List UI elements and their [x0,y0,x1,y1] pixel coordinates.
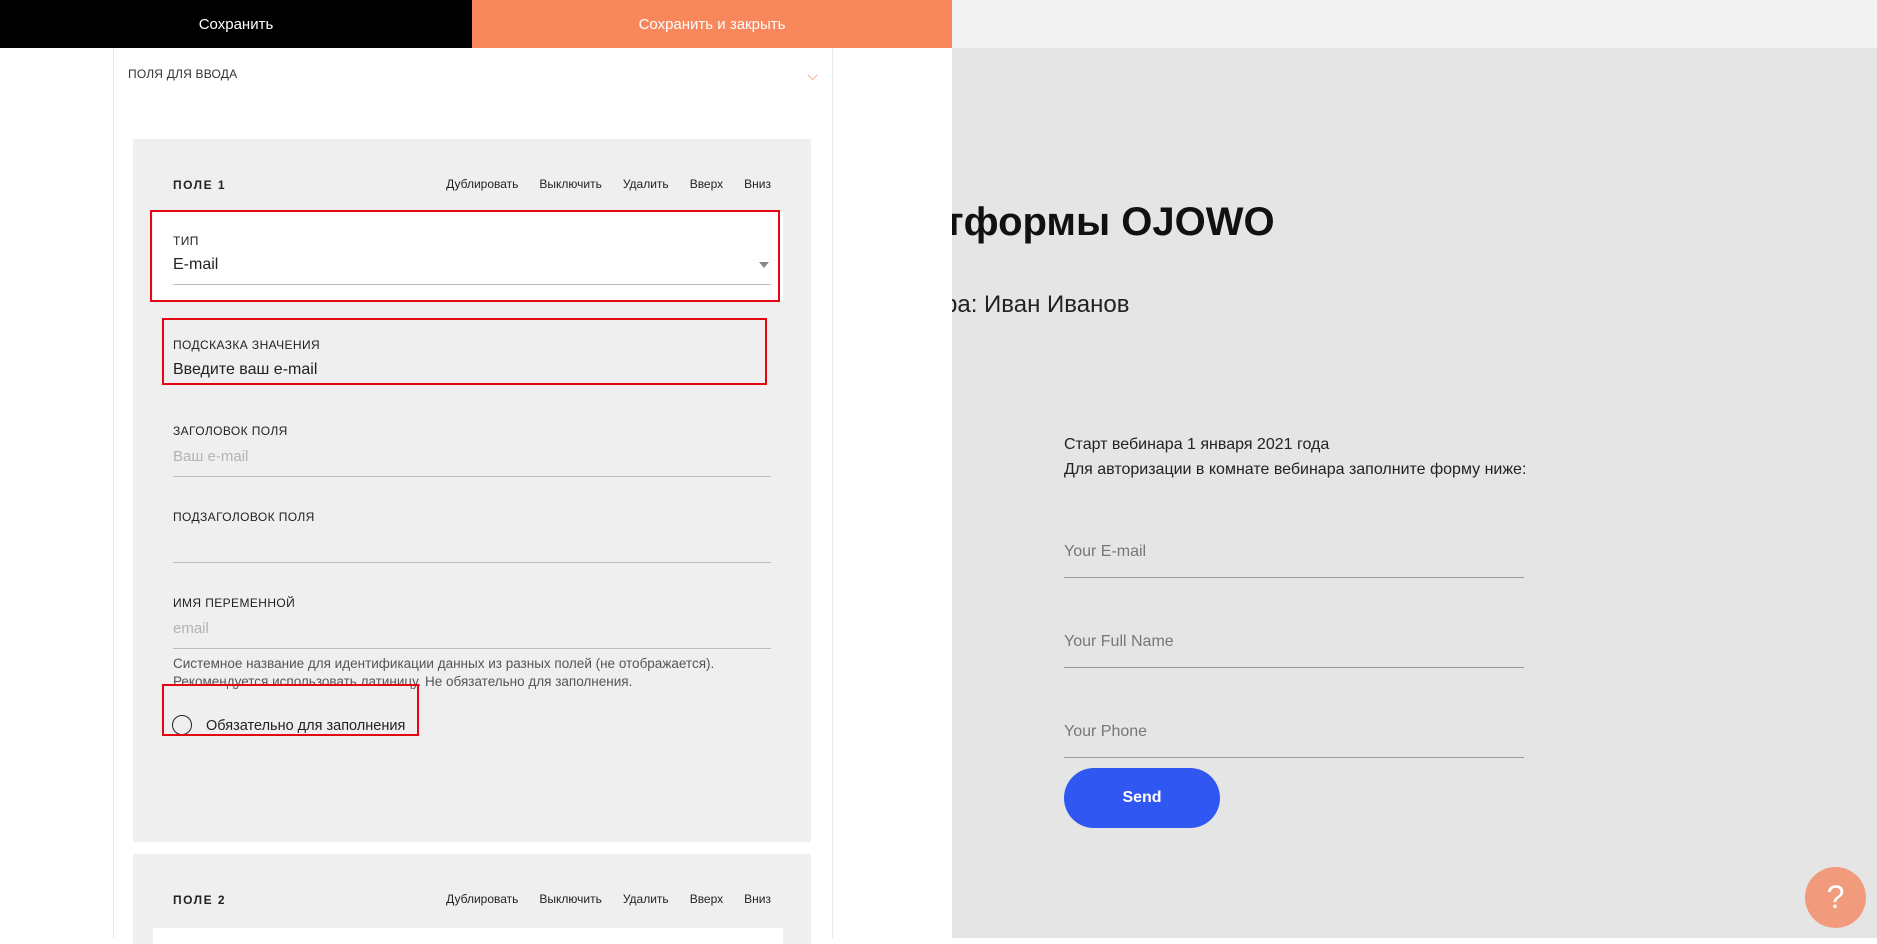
move-down-button[interactable]: Вниз [744,177,771,191]
field-subheading-input[interactable] [173,531,771,561]
move-up-button[interactable]: Вверх [690,177,723,191]
field-title: ПОЛЕ 2 [173,893,227,907]
preview-phone-input[interactable] [1064,707,1524,758]
move-up-button[interactable]: Вверх [690,892,723,906]
disable-button[interactable]: Выключить [539,892,601,906]
field-title: ПОЛЕ 1 [173,178,227,192]
preview-subtitle: ра: Иван Иванов [952,291,1130,318]
chevron-down-icon[interactable]: ⌵ [807,67,818,84]
field-subheading-underline [173,562,771,563]
variable-name-label: ИМЯ ПЕРЕМЕННОЙ [173,596,296,610]
field-actions: Дублировать Выключить Удалить Вверх Вниз [446,177,771,191]
field-2-type-box [153,928,783,944]
preview-name-input[interactable] [1064,617,1524,668]
field-heading-label: ЗАГОЛОВОК ПОЛЯ [173,424,288,438]
highlight-required-placeholder [162,684,419,736]
send-button[interactable]: Send [1064,768,1220,828]
preview-title: тформы OJOWO [952,200,1275,244]
save-button[interactable]: Сохранить [0,0,472,48]
field-subheading-label: ПОДЗАГОЛОВОК ПОЛЯ [173,510,315,524]
editor-panel: ПОЛЯ ДЛЯ ВВОДА ⌵ ПОЛЕ 1 Дублировать Выкл… [113,48,833,944]
highlight-type [150,210,780,302]
field-heading-input[interactable]: Ваш e-mail [173,448,248,465]
preview-description: Старт вебинара 1 января 2021 года Для ав… [1064,432,1526,482]
preview-description-line-1: Старт вебинара 1 января 2021 года [1064,436,1330,453]
delete-button[interactable]: Удалить [623,892,669,906]
field-actions: Дублировать Выключить Удалить Вверх Вниз [446,892,771,906]
highlight-hint [162,318,767,385]
field-card-2: ПОЛЕ 2 Дублировать Выключить Удалить Вве… [133,854,811,944]
question-icon[interactable]: ? [1805,867,1866,928]
field-card-1: ПОЛЕ 1 Дублировать Выключить Удалить Вве… [133,139,811,842]
preview-top-strip [952,0,1877,48]
field-heading-underline [173,476,771,477]
delete-button[interactable]: Удалить [623,177,669,191]
section-header-input-fields[interactable]: ПОЛЯ ДЛЯ ВВОДА ⌵ [128,67,818,87]
variable-name-input[interactable]: email [173,620,209,637]
move-down-button[interactable]: Вниз [744,892,771,906]
section-title: ПОЛЯ ДЛЯ ВВОДА [128,67,238,81]
preview-description-line-2: Для авторизации в комнате вебинара запол… [1064,461,1527,478]
duplicate-button[interactable]: Дублировать [446,177,518,191]
variable-hint-line-1: Системное название для идентификации дан… [173,656,715,671]
toolbar: Сохранить Сохранить и закрыть [0,0,952,48]
variable-name-underline [173,648,771,649]
form-preview: тформы OJOWO ра: Иван Иванов Старт вебин… [952,48,1877,938]
save-and-close-button[interactable]: Сохранить и закрыть [472,0,952,48]
disable-button[interactable]: Выключить [539,177,601,191]
duplicate-button[interactable]: Дублировать [446,892,518,906]
preview-email-input[interactable] [1064,527,1524,578]
